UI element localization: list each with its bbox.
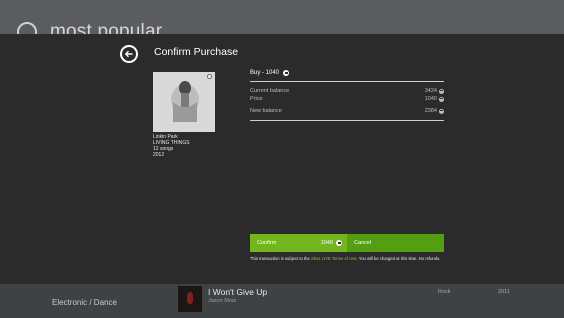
song-year: 2011 bbox=[498, 289, 510, 295]
confirm-button[interactable]: Confirm 1040 bbox=[250, 234, 347, 252]
terms-text: This transaction is subject to the Xbox … bbox=[250, 256, 441, 261]
song-thumbnail bbox=[178, 286, 202, 312]
terms-of-use-link[interactable]: Xbox LIVE Terms of Use bbox=[311, 256, 357, 261]
background-header: most popular bbox=[0, 0, 564, 42]
buy-price: Buy - 1040 bbox=[250, 70, 290, 76]
song-artist: Jason Mraz bbox=[208, 298, 237, 304]
current-balance-label: Current balance bbox=[250, 88, 290, 94]
cancel-label: Cancel bbox=[354, 240, 372, 246]
back-button[interactable] bbox=[120, 45, 138, 63]
new-balance-row: New balance 2384 bbox=[250, 108, 444, 114]
background-song-list: Electronic / Dance I Won't Give Up Jason… bbox=[0, 284, 564, 318]
microsoft-points-icon bbox=[336, 240, 342, 246]
cancel-button[interactable]: Cancel bbox=[347, 234, 444, 252]
album-info: Linkin Park LIVING THINGS 12 songs 2012 bbox=[153, 134, 190, 158]
new-balance-value: 2384 bbox=[424, 108, 437, 114]
song-genre: Rock bbox=[438, 289, 451, 295]
microsoft-points-icon bbox=[283, 70, 290, 76]
microsoft-points-icon bbox=[439, 108, 444, 114]
new-balance-label: New balance bbox=[250, 108, 282, 114]
back-arrow-icon bbox=[124, 50, 133, 58]
price-row: Price 1040 bbox=[250, 96, 444, 102]
album-art bbox=[153, 72, 215, 132]
album-year: 2012 bbox=[153, 152, 165, 158]
divider bbox=[250, 81, 444, 82]
confirm-label: Confirm bbox=[257, 240, 277, 246]
background-genre: Electronic / Dance bbox=[52, 298, 117, 307]
song-title: I Won't Give Up bbox=[208, 287, 268, 297]
explicit-badge-icon bbox=[207, 74, 212, 79]
microsoft-points-icon bbox=[439, 88, 444, 94]
price-label: Price bbox=[250, 96, 263, 102]
buy-label: Buy - 1040 bbox=[250, 70, 280, 76]
price-value: 1040 bbox=[424, 96, 437, 102]
current-balance-row: Current balance 3424 bbox=[250, 88, 444, 94]
microsoft-points-icon bbox=[439, 96, 444, 102]
current-balance-value: 3424 bbox=[424, 88, 437, 94]
divider bbox=[250, 120, 444, 121]
confirm-amount: 1040 bbox=[320, 240, 333, 246]
dialog-title: Confirm Purchase bbox=[154, 46, 239, 58]
